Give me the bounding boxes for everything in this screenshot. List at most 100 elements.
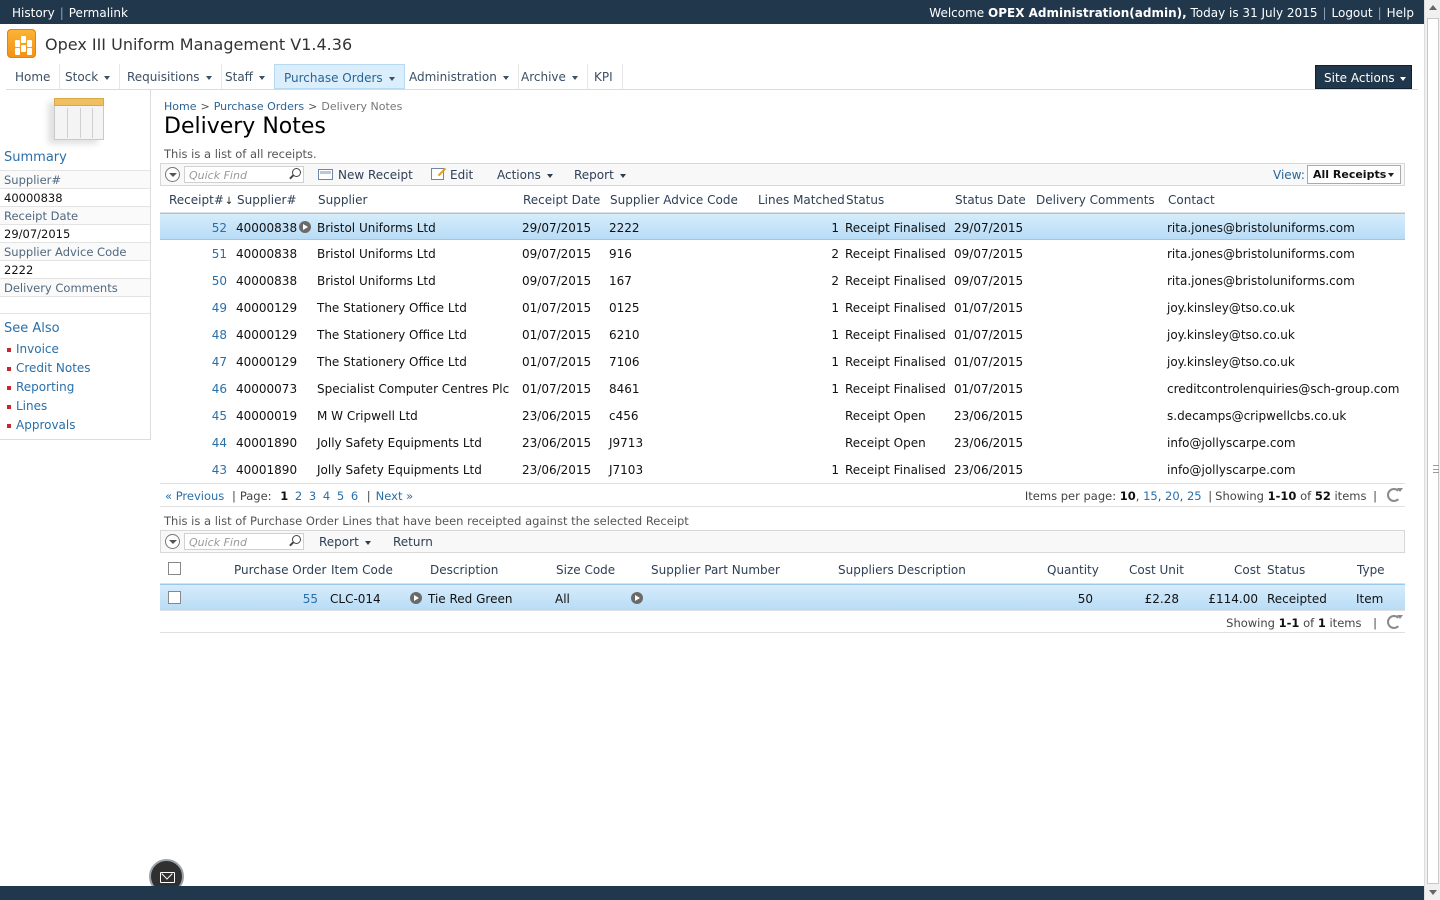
see-also-lines[interactable]: Lines	[7, 399, 47, 413]
col-line-status[interactable]: Status	[1267, 563, 1305, 577]
breadcrumb-home[interactable]: Home	[164, 100, 196, 113]
quickfind-toggle-icon[interactable]	[165, 534, 180, 549]
site-actions-button[interactable]: Site Actions	[1315, 65, 1412, 89]
receipt-row[interactable]: 48 40000129 The Stationery Office Ltd 01/07…	[160, 321, 1405, 348]
line-row[interactable]: 55 CLC-014 Tie Red Green All 50 £2.28 £1…	[160, 584, 1405, 611]
col-status[interactable]: Status	[846, 193, 884, 207]
receipt-number[interactable]: 47	[180, 355, 227, 369]
receipt-row[interactable]: 46 40000073 Specialist Computer Centres Pl…	[160, 375, 1405, 402]
vertical-scrollbar[interactable]	[1424, 0, 1440, 900]
page-size-15[interactable]: 15	[1143, 489, 1158, 503]
actions-menu[interactable]: Actions	[497, 168, 553, 182]
col-supplier-no[interactable]: Supplier#	[237, 193, 297, 207]
receipt-number[interactable]: 52	[180, 221, 227, 235]
col-delivery-comments[interactable]: Delivery Comments	[1036, 193, 1155, 207]
receipt-row[interactable]: 45 40000019 M W Cripwell Ltd 23/06/2015 c456…	[160, 402, 1405, 429]
scroll-up-icon[interactable]	[1429, 5, 1437, 10]
col-type[interactable]: Type	[1357, 563, 1385, 577]
receipt-number[interactable]: 51	[180, 247, 227, 261]
col-supplier-part-number[interactable]: Supplier Part Number	[651, 563, 780, 577]
app-title[interactable]: Opex III Uniform Management V1.4.36	[45, 35, 352, 54]
page-1[interactable]: 1	[280, 489, 288, 503]
receipt-row[interactable]: 51 40000838 Bristol Uniforms Ltd 09/07/2015…	[160, 240, 1405, 267]
nav-kpi[interactable]: KPI	[585, 64, 623, 89]
line-purchase-order[interactable]: 55	[280, 592, 318, 606]
page-size-10[interactable]: 10	[1120, 489, 1136, 503]
col-size-code[interactable]: Size Code	[556, 563, 615, 577]
select-all-checkbox[interactable]	[168, 562, 181, 575]
page-6[interactable]: 6	[351, 489, 358, 503]
report-menu[interactable]: Report	[574, 168, 626, 182]
lines-report-menu[interactable]: Report	[319, 535, 371, 549]
new-receipt-button[interactable]: New Receipt	[318, 168, 413, 182]
lines-quickfind-input[interactable]: Quick Find	[184, 533, 304, 550]
nav-purchase-orders[interactable]: Purchase Orders	[274, 64, 405, 89]
row-actions-arrow-icon[interactable]	[299, 221, 311, 233]
item-details-arrow-icon[interactable]	[410, 592, 422, 604]
nav-stock[interactable]: Stock	[56, 64, 121, 89]
see-also-credit-notes[interactable]: Credit Notes	[7, 361, 91, 375]
return-button[interactable]: Return	[393, 535, 433, 549]
nav-staff[interactable]: Staff	[216, 64, 275, 89]
nav-home[interactable]: Home	[6, 64, 61, 89]
col-suppliers-description[interactable]: Suppliers Description	[838, 563, 966, 577]
col-supplier-advice-code[interactable]: Supplier Advice Code	[610, 193, 738, 207]
see-also-approvals[interactable]: Approvals	[7, 418, 76, 432]
page-size-25[interactable]: 25	[1187, 489, 1202, 503]
receipt-row[interactable]: 44 40001890 Jolly Safety Equipments Ltd 23/…	[160, 429, 1405, 456]
history-link[interactable]: History	[12, 6, 55, 20]
nav-requisitions[interactable]: Requisitions	[118, 64, 222, 89]
nav-administration[interactable]: Administration	[400, 64, 519, 89]
page-size-20[interactable]: 20	[1165, 489, 1180, 503]
receipt-number[interactable]: 48	[180, 328, 227, 342]
view-select[interactable]: All Receipts	[1307, 165, 1401, 184]
quickfind-input[interactable]: Quick Find	[184, 166, 304, 183]
col-contact[interactable]: Contact	[1168, 193, 1215, 207]
col-purchase-order[interactable]: Purchase Order	[234, 563, 326, 577]
receipt-number[interactable]: 44	[180, 436, 227, 450]
col-status-date[interactable]: Status Date	[955, 193, 1026, 207]
edit-button[interactable]: Edit	[431, 168, 473, 182]
col-quantity[interactable]: Quantity	[1047, 563, 1099, 577]
receipt-number[interactable]: 46	[180, 382, 227, 396]
receipt-number[interactable]: 43	[180, 463, 227, 477]
refresh-icon[interactable]	[1387, 488, 1403, 502]
col-lines-matched[interactable]: Lines Matched	[758, 193, 845, 207]
search-icon[interactable]	[289, 168, 301, 179]
col-description[interactable]: Description	[430, 563, 498, 577]
see-also-invoice[interactable]: Invoice	[7, 342, 59, 356]
app-logo-icon[interactable]	[7, 29, 36, 58]
col-receipt-date[interactable]: Receipt Date	[523, 193, 600, 207]
next-link[interactable]: Next »	[376, 489, 413, 503]
permalink-link[interactable]: Permalink	[69, 6, 128, 20]
logout-link[interactable]: Logout	[1332, 6, 1373, 20]
help-link[interactable]: Help	[1387, 6, 1414, 20]
scroll-thumb[interactable]	[1427, 18, 1439, 884]
col-cost[interactable]: Cost	[1234, 563, 1261, 577]
search-icon[interactable]	[289, 535, 301, 546]
col-item-code[interactable]: Item Code	[331, 563, 393, 577]
receipt-row[interactable]: 50 40000838 Bristol Uniforms Ltd 09/07/2015…	[160, 267, 1405, 294]
page-3[interactable]: 3	[309, 489, 316, 503]
nav-archive[interactable]: Archive	[512, 64, 588, 89]
refresh-icon[interactable]	[1387, 615, 1403, 629]
scroll-down-icon[interactable]	[1429, 890, 1437, 895]
receipt-row[interactable]: 49 40000129 The Stationery Office Ltd 01/07…	[160, 294, 1405, 321]
receipt-number[interactable]: 49	[180, 301, 227, 315]
receipt-row[interactable]: 47 40000129 The Stationery Office Ltd 01/07…	[160, 348, 1405, 375]
page-5[interactable]: 5	[337, 489, 344, 503]
see-also-reporting[interactable]: Reporting	[7, 380, 74, 394]
receipt-number[interactable]: 45	[180, 409, 227, 423]
receipt-row[interactable]: 52 40000838 Bristol Uniforms Ltd 29/07/2015…	[160, 213, 1405, 240]
row-checkbox[interactable]	[168, 591, 181, 604]
col-receipt[interactable]: Receipt#↓	[169, 193, 233, 207]
receipt-row[interactable]: 43 40001890 Jolly Safety Equipments Ltd 23/…	[160, 456, 1405, 483]
previous-link[interactable]: « Previous	[165, 489, 224, 503]
col-supplier[interactable]: Supplier	[318, 193, 367, 207]
receipt-number[interactable]: 50	[180, 274, 227, 288]
col-cost-unit[interactable]: Cost Unit	[1129, 563, 1184, 577]
breadcrumb-purchase-orders[interactable]: Purchase Orders	[214, 100, 304, 113]
page-2[interactable]: 2	[295, 489, 302, 503]
page-4[interactable]: 4	[323, 489, 330, 503]
quickfind-toggle-icon[interactable]	[165, 167, 180, 182]
